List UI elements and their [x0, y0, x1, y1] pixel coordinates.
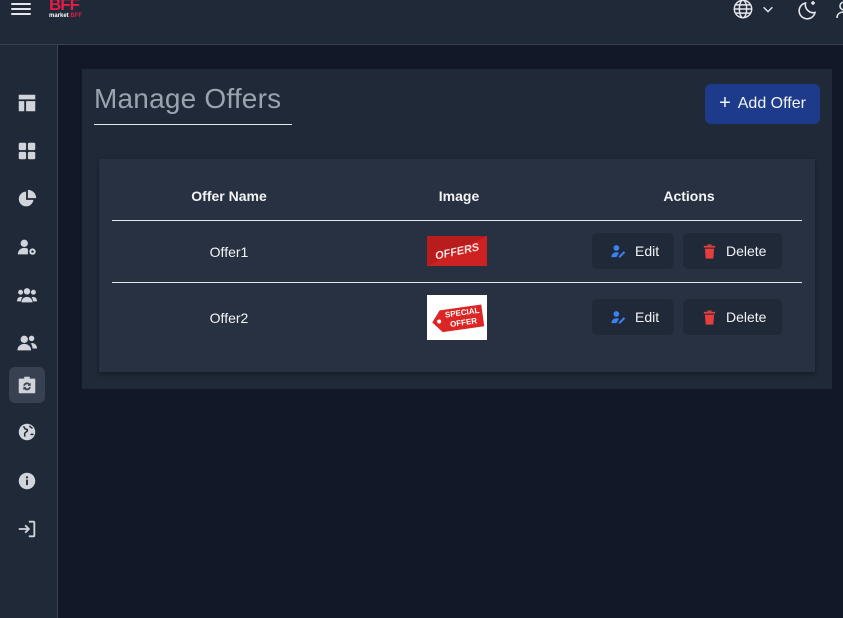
pie-chart-icon: [18, 189, 37, 207]
layout-icon: [18, 94, 36, 112]
plus-icon: +: [719, 92, 731, 114]
user-edit-icon: [611, 310, 626, 324]
users-icon: [17, 335, 38, 351]
delete-button[interactable]: Delete: [683, 299, 782, 335]
logo-subtitle: market BFF: [49, 13, 83, 19]
sidebar-item-offers[interactable]: [9, 367, 45, 403]
sidebar-item-analytics[interactable]: [9, 181, 45, 217]
edit-button[interactable]: Edit: [592, 299, 674, 335]
column-header-actions: Actions: [663, 188, 715, 204]
chevron-down-icon[interactable]: [761, 2, 775, 16]
delete-label: Delete: [726, 243, 767, 259]
edit-button[interactable]: Edit: [592, 233, 674, 269]
refresh-bag-icon: [18, 376, 36, 394]
user-settings-icon: [17, 239, 36, 255]
sidebar-item-logout[interactable]: [9, 511, 45, 547]
logout-icon: [18, 520, 36, 538]
user-edit-icon: [611, 244, 626, 258]
offer-name: Offer2: [209, 310, 249, 326]
sidebar-item-layout[interactable]: [9, 85, 45, 121]
add-offer-label: Add Offer: [737, 95, 806, 112]
sidebar-item-users[interactable]: [9, 325, 45, 361]
moon-icon[interactable]: [796, 0, 820, 22]
edit-label: Edit: [635, 243, 660, 259]
column-header-offer-name: Offer Name: [191, 188, 267, 204]
column-header-image: Image: [438, 188, 480, 204]
delete-button[interactable]: Delete: [683, 233, 782, 269]
user-icon[interactable]: [834, 0, 843, 22]
sidebar-item-regions[interactable]: [9, 414, 45, 450]
page-title: Manage Offers: [94, 83, 282, 114]
add-offer-button[interactable]: + Add Offer: [705, 84, 820, 124]
trash-icon: [703, 309, 716, 325]
header-divider: [112, 220, 802, 221]
sidebar-item-dashboard[interactable]: [9, 133, 45, 169]
edit-label: Edit: [635, 309, 660, 325]
sidebar: [0, 45, 58, 618]
offer-thumbnail[interactable]: SPECIAL OFFER: [427, 295, 487, 340]
offer-thumbnail[interactable]: OFFERS: [427, 236, 487, 266]
info-icon: [18, 472, 36, 490]
globe-icon[interactable]: [732, 0, 754, 20]
top-bar: BFF market BFF: [0, 0, 843, 45]
sidebar-item-groups[interactable]: [9, 277, 45, 313]
offer-name: Offer1: [209, 244, 249, 260]
title-underline: [94, 124, 292, 125]
row-divider: [112, 282, 802, 283]
globe-icon: [18, 423, 36, 441]
sidebar-item-about[interactable]: [9, 463, 45, 499]
delete-label: Delete: [726, 309, 767, 325]
group-icon: [16, 288, 38, 303]
grid-icon: [18, 142, 36, 160]
main-panel: Manage Offers + Add Offer Offer Name Ima…: [82, 69, 832, 389]
sidebar-item-user-settings[interactable]: [9, 229, 45, 265]
brand-logo[interactable]: BFF market BFF: [49, 0, 83, 22]
offers-table: Offer Name Image Actions Offer1 OFFERS E…: [99, 159, 815, 372]
trash-icon: [703, 243, 716, 259]
menu-icon[interactable]: [11, 1, 31, 21]
logo-mark: BFF: [49, 0, 80, 14]
